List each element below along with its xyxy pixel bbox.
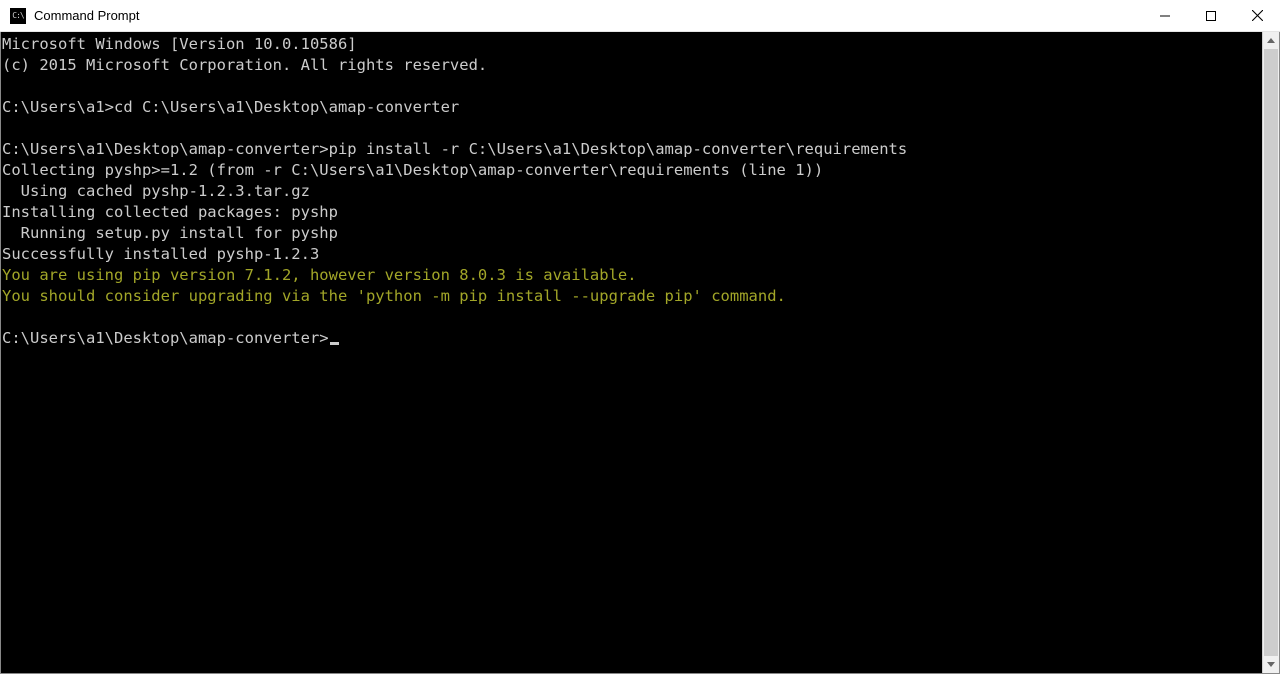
cmd-icon: C:\ <box>10 8 26 24</box>
terminal-line: (c) 2015 Microsoft Corporation. All righ… <box>2 55 1261 76</box>
terminal-line: C:\Users\a1>cd C:\Users\a1\Desktop\amap-… <box>2 97 1261 118</box>
close-button[interactable] <box>1234 0 1280 31</box>
vertical-scrollbar[interactable] <box>1262 32 1279 673</box>
terminal-line <box>2 307 1261 328</box>
window-controls <box>1142 0 1280 31</box>
terminal-prompt[interactable]: C:\Users\a1\Desktop\amap-converter> <box>2 328 1261 349</box>
close-icon <box>1252 10 1263 21</box>
terminal-line: Installing collected packages: pyshp <box>2 202 1261 223</box>
terminal-line <box>2 118 1261 139</box>
scrollbar-track[interactable] <box>1263 49 1279 656</box>
terminal-line: C:\Users\a1\Desktop\amap-converter>pip i… <box>2 139 1261 160</box>
terminal-line: Successfully installed pyshp-1.2.3 <box>2 244 1261 265</box>
minimize-button[interactable] <box>1142 0 1188 31</box>
terminal-line <box>2 76 1261 97</box>
terminal-output[interactable]: Microsoft Windows [Version 10.0.10586](c… <box>1 32 1262 673</box>
chevron-down-icon <box>1267 662 1275 667</box>
minimize-icon <box>1160 11 1170 21</box>
cursor <box>330 342 339 345</box>
terminal-line: Using cached pyshp-1.2.3.tar.gz <box>2 181 1261 202</box>
scrollbar-thumb[interactable] <box>1264 49 1278 656</box>
window-title: Command Prompt <box>34 8 139 23</box>
client-area: Microsoft Windows [Version 10.0.10586](c… <box>0 32 1280 674</box>
terminal-line: Collecting pyshp>=1.2 (from -r C:\Users\… <box>2 160 1261 181</box>
terminal-line: Running setup.py install for pyshp <box>2 223 1261 244</box>
terminal-line: You should consider upgrading via the 'p… <box>2 286 1261 307</box>
scroll-down-button[interactable] <box>1263 656 1279 673</box>
chevron-up-icon <box>1267 38 1275 43</box>
prompt-text: C:\Users\a1\Desktop\amap-converter> <box>2 329 329 347</box>
terminal-line: You are using pip version 7.1.2, however… <box>2 265 1261 286</box>
maximize-button[interactable] <box>1188 0 1234 31</box>
window-titlebar: C:\ Command Prompt <box>0 0 1280 32</box>
maximize-icon <box>1206 11 1216 21</box>
terminal-line: Microsoft Windows [Version 10.0.10586] <box>2 34 1261 55</box>
scroll-up-button[interactable] <box>1263 32 1279 49</box>
